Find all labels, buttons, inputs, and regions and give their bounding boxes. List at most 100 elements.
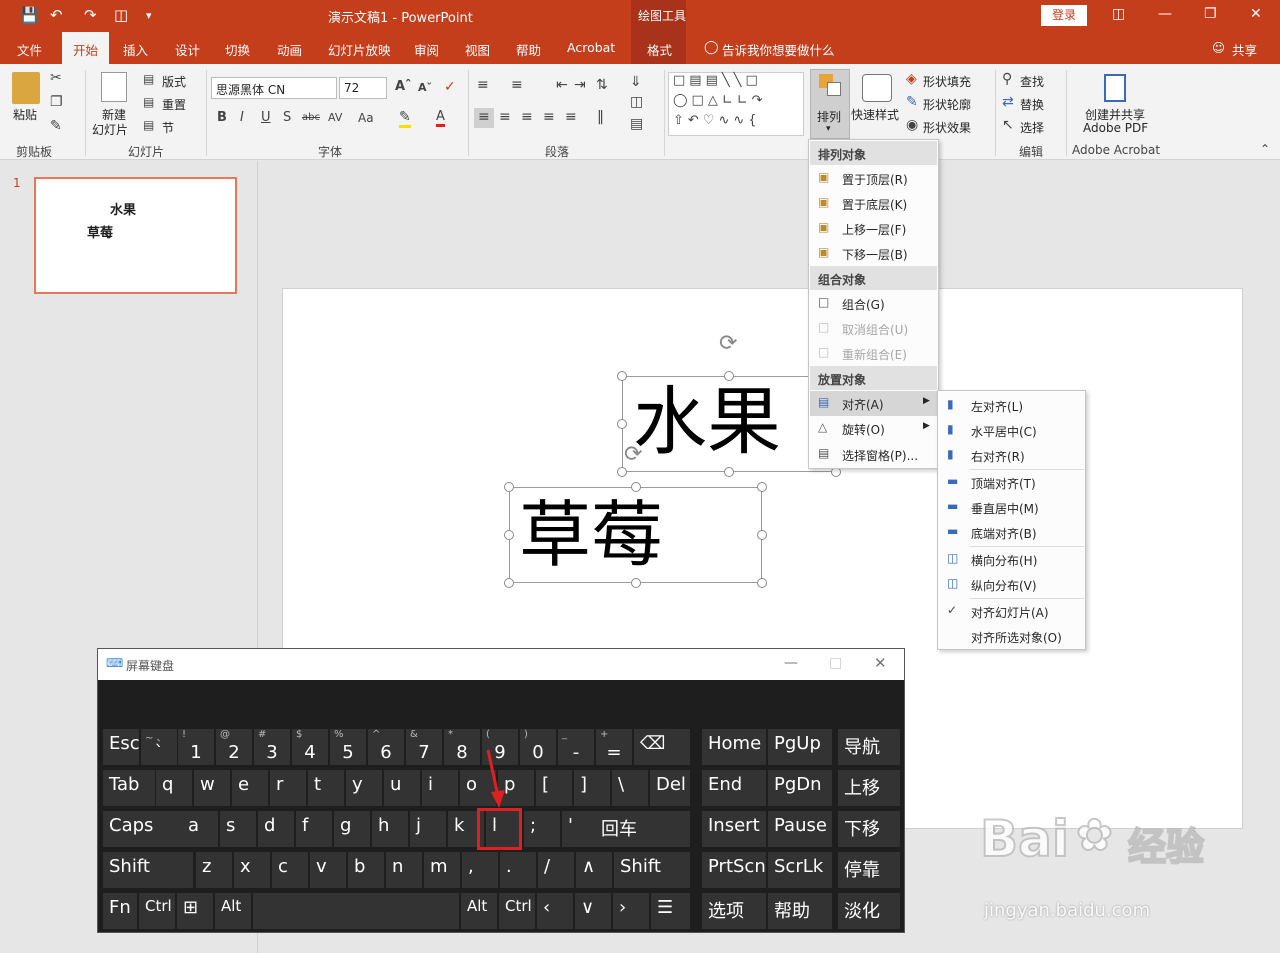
rotate-handle-icon[interactable]: ⟳ — [719, 331, 737, 356]
resize-handle[interactable] — [631, 578, 641, 588]
italic-icon[interactable]: I — [240, 110, 244, 125]
arrow-up-key[interactable]: ∧ — [576, 852, 612, 888]
resize-handle[interactable] — [504, 530, 514, 540]
key[interactable]: 下移 — [838, 811, 900, 847]
create-pdf-icon[interactable] — [1104, 74, 1126, 102]
key[interactable]: Esc — [103, 729, 140, 765]
share-button[interactable]: 共享 — [1232, 40, 1257, 59]
char-spacing-icon[interactable]: AV — [328, 111, 342, 124]
font-size-combo[interactable]: 72 — [339, 77, 387, 99]
cut-icon[interactable]: ✂ — [50, 70, 62, 86]
maximize-icon[interactable]: ❐ — [1204, 6, 1217, 22]
resize-handle[interactable] — [617, 371, 627, 381]
resize-handle[interactable] — [504, 482, 514, 492]
align-middle-item[interactable]: ▬ 垂直居中(M) — [939, 495, 1085, 520]
resize-handle[interactable] — [757, 530, 767, 540]
shapes-gallery[interactable]: □▤▤╲╲□ ◯□△∟∟↷ ⇧↶♡∿∿{ — [668, 72, 804, 136]
key[interactable]: t — [308, 770, 344, 806]
slide-thumbnail[interactable]: 水果 草莓 — [34, 177, 237, 294]
arrow-left-key[interactable]: ‹ — [537, 893, 573, 929]
resize-handle[interactable] — [757, 482, 767, 492]
minimize-icon[interactable]: — — [1158, 6, 1172, 22]
login-button[interactable]: 登录 — [1041, 5, 1087, 26]
key[interactable]: & 7 — [406, 729, 442, 765]
key[interactable]: ' — [562, 811, 598, 847]
replace-button[interactable]: 替换 — [1020, 96, 1044, 113]
distribute-vertically-item[interactable]: ◫ 纵向分布(V) — [939, 572, 1085, 597]
paste-icon[interactable] — [12, 72, 40, 104]
smartart-icon[interactable]: ▤ — [630, 116, 643, 132]
key[interactable]: y — [346, 770, 382, 806]
arrow-right-key[interactable]: › — [613, 893, 649, 929]
key[interactable]: PrtScn — [702, 852, 766, 888]
change-case-icon[interactable]: Aa — [358, 111, 374, 125]
key[interactable]: b — [348, 852, 384, 888]
align-bottom-item[interactable]: ▬ 底端对齐(B) — [939, 520, 1085, 545]
key[interactable]: ~ 、 ` — [141, 729, 177, 765]
align-text-icon[interactable]: ◫ — [630, 94, 643, 110]
numbering-icon[interactable]: ≡ — [511, 77, 523, 93]
windows-key[interactable]: ⊞ — [177, 893, 213, 929]
tab-design[interactable]: 设计 — [175, 40, 200, 59]
key[interactable]: f — [296, 811, 332, 847]
key[interactable]: Alt — [215, 893, 251, 929]
tell-me-box[interactable]: 告诉我你想要做什么 — [722, 40, 835, 59]
reset-button[interactable]: 重置 — [162, 96, 186, 113]
key[interactable]: h — [372, 811, 408, 847]
textbox-fruit[interactable]: 水果 — [622, 376, 836, 472]
key[interactable]: ^ 6 — [368, 729, 404, 765]
arrange-button[interactable]: 排列 ▾ — [810, 69, 850, 139]
key[interactable]: 导航 — [838, 729, 900, 765]
close-icon[interactable]: ✕ — [1250, 6, 1262, 22]
key[interactable]: End — [702, 770, 766, 806]
tab-insert[interactable]: 插入 — [123, 40, 148, 59]
key[interactable]: z — [196, 852, 232, 888]
key[interactable]: d — [258, 811, 294, 847]
key[interactable]: m — [424, 852, 460, 888]
resize-handle[interactable] — [504, 578, 514, 588]
tab-transitions[interactable]: 切换 — [225, 40, 250, 59]
key[interactable]: Alt — [461, 893, 497, 929]
key[interactable]: % 5 — [330, 729, 366, 765]
bold-icon[interactable]: B — [217, 110, 227, 125]
tab-format[interactable]: 格式 — [647, 40, 672, 59]
strikethrough-icon[interactable]: abc — [302, 112, 320, 123]
key[interactable]: 停靠 — [838, 852, 900, 888]
shape-effects-button[interactable]: 形状效果 — [923, 119, 971, 136]
menu-bring-forward[interactable]: ▣ 上移一层(F) — [810, 216, 937, 241]
osk-close-icon[interactable]: ✕ — [874, 654, 887, 672]
slide-text-strawberry[interactable]: 草莓 — [519, 492, 663, 578]
paste-button[interactable]: 粘贴 — [13, 106, 37, 123]
clear-format-icon[interactable]: ✓ — [444, 79, 456, 95]
key[interactable]: * 8 — [444, 729, 480, 765]
resize-handle[interactable] — [631, 482, 641, 492]
shape-outline-button[interactable]: 形状轮廓 — [923, 96, 971, 113]
menu-group[interactable]: □ 组合(G) — [810, 291, 937, 316]
key[interactable]: c — [272, 852, 308, 888]
key[interactable]: 淡化 — [838, 893, 900, 929]
key[interactable]: ] — [574, 770, 610, 806]
osk-maximize-icon[interactable]: □ — [829, 655, 842, 671]
key[interactable]: Tab — [103, 770, 155, 806]
start-from-beginning-icon[interactable]: ◫ — [114, 6, 128, 24]
decrease-indent-icon[interactable]: ⇤ — [556, 77, 568, 93]
tab-review[interactable]: 审阅 — [414, 40, 439, 59]
arrow-down-key[interactable]: ∨ — [575, 893, 611, 929]
key[interactable]: PgDn — [768, 770, 832, 806]
key[interactable]: #3 — [254, 729, 290, 765]
key[interactable]: 上移 — [838, 770, 900, 806]
key[interactable]: Shift — [614, 852, 690, 888]
create-pdf-label-2[interactable]: Adobe PDF — [1083, 121, 1148, 135]
menu-rotate[interactable]: △ 旋转(O) ▶ — [810, 416, 937, 441]
save-icon[interactable]: 💾 — [20, 6, 39, 24]
key[interactable]: @2 — [216, 729, 252, 765]
align-right-icon[interactable]: ≡ — [521, 109, 533, 125]
menu-key[interactable]: ☰ — [651, 893, 690, 929]
rotate-handle-icon[interactable]: ⟳ — [624, 442, 642, 467]
slide-text-fruit[interactable]: 水果 — [633, 379, 781, 465]
format-painter-icon[interactable]: ✎ — [50, 118, 62, 134]
layout-button[interactable]: 版式 — [162, 73, 186, 90]
key[interactable]: / — [538, 852, 574, 888]
shrink-font-icon[interactable]: Aˇ — [418, 81, 432, 94]
tab-slideshow[interactable]: 幻灯片放映 — [328, 40, 391, 59]
